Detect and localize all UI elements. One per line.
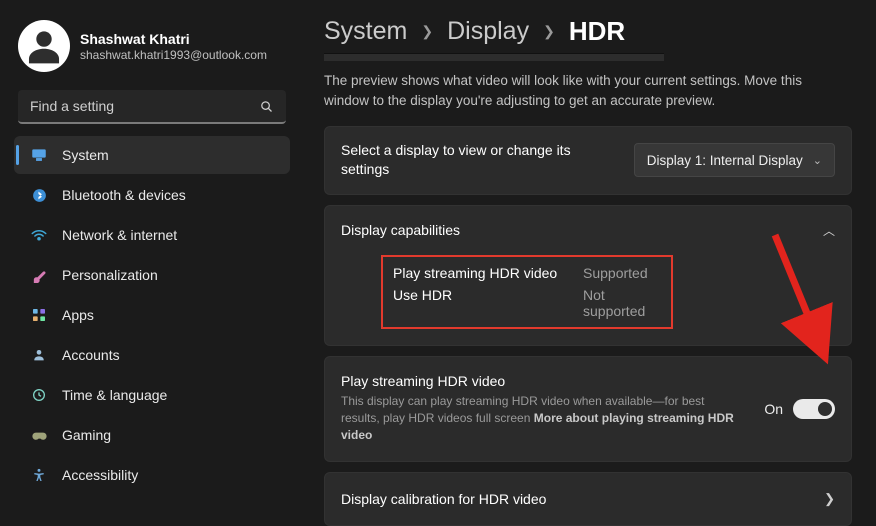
nav-time[interactable]: Time & language [14,376,290,414]
breadcrumb: System ❯ Display ❯ HDR [324,8,852,51]
stream-hdr-title: Play streaming HDR video [341,373,744,389]
nav-apps[interactable]: Apps [14,296,290,334]
nav-label: Accessibility [62,467,138,483]
cap-row-label: Play streaming HDR video [393,265,563,281]
accessibility-icon [30,466,48,484]
nav-label: Network & internet [62,227,177,243]
preview-strip [324,53,664,61]
user-name: Shashwat Khatri [80,30,267,48]
nav-label: Accounts [62,347,120,363]
monitor-icon [30,146,48,164]
toggle-state-label: On [764,401,783,417]
nav-label: Bluetooth & devices [62,187,186,203]
nav-label: System [62,147,109,163]
cap-row-value: Not supported [583,287,661,319]
chevron-right-icon: ❯ [421,23,433,40]
cap-row-label: Use HDR [393,287,563,319]
display-capabilities-header[interactable]: Display capabilities ︿ [325,206,851,255]
nav-label: Apps [62,307,94,323]
stream-hdr-description: This display can play streaming HDR vide… [341,393,744,445]
apps-icon [30,306,48,324]
crumb-hdr: HDR [569,16,625,47]
display-dropdown[interactable]: Display 1: Internal Display ⌄ [634,143,835,177]
search-input[interactable] [30,98,258,114]
nav-accessibility[interactable]: Accessibility [14,456,290,494]
chevron-down-icon: ⌄ [813,154,822,167]
display-selector-panel: Select a display to view or change its s… [324,126,852,195]
sidebar: Shashwat Khatri shashwat.khatri1993@outl… [0,0,300,526]
nav-personalization[interactable]: Personalization [14,256,290,294]
calibration-label: Display calibration for HDR video [341,491,546,507]
display-dropdown-value: Display 1: Internal Display [647,153,803,168]
user-email: shashwat.khatri1993@outlook.com [80,48,267,62]
capabilities-title: Display capabilities [341,222,460,238]
nav-bluetooth[interactable]: Bluetooth & devices [14,176,290,214]
display-capabilities-card: Display capabilities ︿ Play streaming HD… [324,205,852,346]
stream-hdr-toggle[interactable] [793,399,835,419]
preview-description: The preview shows what video will look l… [324,71,844,112]
brush-icon [30,266,48,284]
crumb-display[interactable]: Display [447,17,529,46]
nav-label: Time & language [62,387,167,403]
nav-gaming[interactable]: Gaming [14,416,290,454]
nav-accounts[interactable]: Accounts [14,336,290,374]
nav-list: System Bluetooth & devices Network & int… [14,136,290,494]
display-selector-label: Select a display to view or change its s… [341,141,611,180]
search-icon [258,98,274,114]
wifi-icon [30,226,48,244]
bluetooth-icon [30,186,48,204]
chevron-right-icon: ❯ [824,491,835,507]
person-icon [30,346,48,364]
nav-label: Gaming [62,427,111,443]
chevron-up-icon: ︿ [823,222,835,239]
account-header[interactable]: Shashwat Khatri shashwat.khatri1993@outl… [14,16,290,86]
cap-row-value: Supported [583,265,661,281]
chevron-right-icon: ❯ [543,23,555,40]
toggle-knob [818,402,832,416]
nav-system[interactable]: System [14,136,290,174]
search-box[interactable] [18,90,286,124]
display-calibration-panel[interactable]: Display calibration for HDR video ❯ [324,472,852,526]
main-content: System ❯ Display ❯ HDR The preview shows… [300,0,876,526]
avatar [18,20,70,72]
capabilities-highlight: Play streaming HDR video Supported Use H… [381,255,673,329]
crumb-system[interactable]: System [324,17,407,46]
nav-network[interactable]: Network & internet [14,216,290,254]
play-streaming-hdr-panel: Play streaming HDR video This display ca… [324,356,852,462]
nav-label: Personalization [62,267,158,283]
clock-icon [30,386,48,404]
gaming-icon [30,426,48,444]
